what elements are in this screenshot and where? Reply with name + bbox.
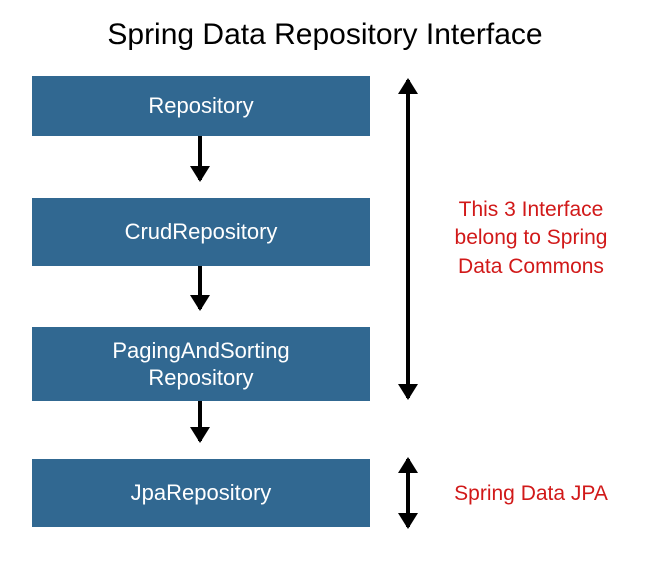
double-arrow-icon: [406, 459, 410, 527]
diagram-title: Spring Data Repository Interface: [0, 0, 650, 66]
arrow-down-icon: [198, 136, 202, 180]
box-label: JpaRepository: [131, 479, 272, 507]
diagram-canvas: Repository CrudRepository PagingAndSorti…: [0, 66, 650, 566]
annotation-text: This 3 Interface belong to Spring Data C…: [455, 198, 608, 278]
arrow-down-icon: [198, 401, 202, 441]
annotation-commons: This 3 Interface belong to Spring Data C…: [436, 196, 626, 281]
box-label: PagingAndSorting Repository: [112, 337, 289, 392]
annotation-jpa: Spring Data JPA: [436, 480, 626, 508]
box-label: CrudRepository: [125, 218, 278, 246]
arrow-down-icon: [198, 266, 202, 309]
box-repository: Repository: [32, 76, 370, 136]
annotation-text: Spring Data JPA: [454, 482, 608, 505]
box-jpa-repository: JpaRepository: [32, 459, 370, 527]
box-paging-sorting-repository: PagingAndSorting Repository: [32, 327, 370, 401]
box-crud-repository: CrudRepository: [32, 198, 370, 266]
double-arrow-icon: [406, 80, 410, 398]
box-label: Repository: [148, 92, 253, 120]
